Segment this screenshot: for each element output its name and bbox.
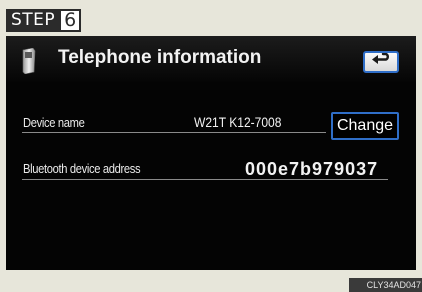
row-divider: [22, 179, 388, 180]
telephone-information-screen: Telephone information Device name W21T K…: [6, 36, 416, 270]
phone-icon: [19, 47, 39, 75]
bluetooth-address-value: 000e7b979037: [245, 159, 379, 179]
row-divider: [22, 132, 326, 133]
manual-illustration: STEP 6 Telephone information Device name…: [0, 0, 422, 292]
device-name-value: W21T K12-7008: [194, 114, 282, 130]
step-indicator: STEP 6: [6, 9, 82, 32]
image-code: CLY34AD047: [349, 278, 422, 292]
screen-title: Telephone information: [58, 47, 262, 68]
bluetooth-address-label: Bluetooth device address: [23, 161, 141, 176]
back-arrow-icon: [370, 52, 392, 72]
back-button[interactable]: [363, 51, 399, 73]
change-button[interactable]: Change: [331, 112, 399, 140]
screen-header: Telephone information: [6, 36, 416, 82]
device-name-label: Device name: [23, 115, 85, 130]
step-label: STEP: [6, 9, 60, 32]
step-number: 6: [59, 9, 82, 32]
